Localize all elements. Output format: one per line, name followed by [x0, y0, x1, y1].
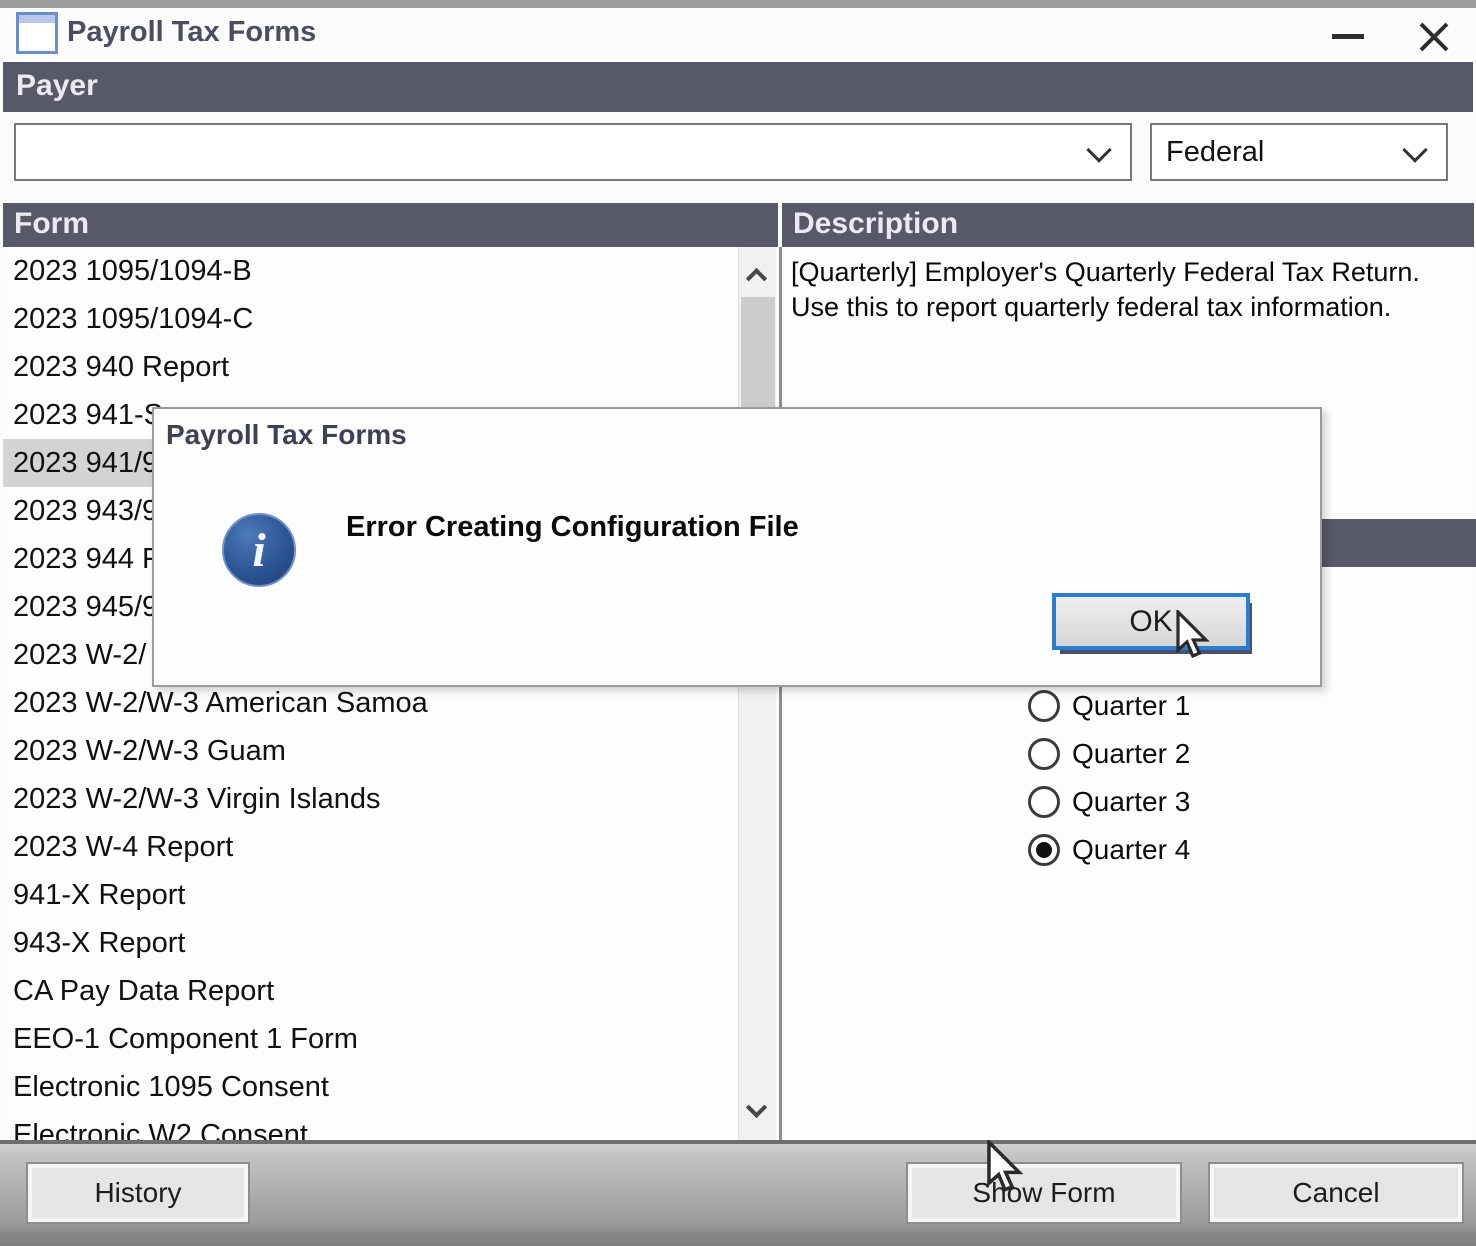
jurisdiction-value: Federal [1166, 136, 1264, 169]
quarter-label: Quarter 3 [1072, 786, 1190, 818]
close-button[interactable] [1403, 10, 1463, 60]
quarter-group: Quarter 1 Quarter 2 Quarter 3 Quarter 4 [1028, 682, 1190, 874]
list-item[interactable]: 941-X Report [3, 871, 738, 919]
title-bar: Payroll Tax Forms [3, 8, 1473, 62]
info-icon: i [222, 513, 296, 587]
quarter-radio-row[interactable]: Quarter 2 [1028, 730, 1190, 778]
scroll-up-button[interactable] [739, 255, 777, 295]
scroll-down-button[interactable] [739, 1092, 777, 1132]
form-list: 2023 1095/1094-B2023 1095/1094-C2023 940… [3, 247, 738, 1140]
payroll-tax-forms-window: Payroll Tax Forms Payer Federal Form Des… [0, 0, 1476, 1246]
window-title: Payroll Tax Forms [67, 16, 316, 49]
chevron-down-icon[interactable] [1402, 137, 1427, 162]
description-column-header: Description [782, 203, 1474, 247]
form-list-scrollbar[interactable] [738, 247, 776, 1140]
list-item[interactable]: 2023 W-2/W-3 Virgin Islands [3, 775, 738, 823]
payer-section-header: Payer [3, 62, 1473, 112]
list-item[interactable]: 2023 1095/1094-B [3, 247, 738, 295]
quarter-label: Quarter 1 [1072, 690, 1190, 722]
list-item[interactable]: CA Pay Data Report [3, 967, 738, 1015]
description-text: [Quarterly] Employer's Quarterly Federal… [791, 255, 1463, 325]
chevron-down-icon[interactable] [1086, 137, 1111, 162]
description-panel: [Quarterly] Employer's Quarterly Federal… [782, 247, 1474, 1140]
radio-icon[interactable] [1028, 690, 1060, 722]
quarter-radio-row[interactable]: Quarter 1 [1028, 682, 1190, 730]
history-button[interactable]: History [28, 1164, 248, 1222]
error-dialog: Payroll Tax Forms i Error Creating Confi… [152, 407, 1322, 687]
list-item[interactable]: Electronic 1095 Consent [3, 1063, 738, 1111]
radio-icon[interactable] [1028, 834, 1060, 866]
list-item[interactable]: 2023 W-4 Report [3, 823, 738, 871]
radio-icon[interactable] [1028, 786, 1060, 818]
form-column-header: Form [3, 203, 778, 247]
chevron-down-icon [746, 1097, 767, 1118]
footer-bar: History Show Form Cancel [0, 1144, 1476, 1246]
dialog-title: Payroll Tax Forms [166, 419, 407, 451]
list-item[interactable]: Electronic W2 Consent [3, 1111, 738, 1140]
payer-label: Payer [16, 69, 98, 103]
list-item[interactable]: 943-X Report [3, 919, 738, 967]
payer-combobox[interactable] [14, 123, 1132, 181]
show-form-button[interactable]: Show Form [908, 1164, 1180, 1222]
list-item[interactable]: 2023 1095/1094-C [3, 295, 738, 343]
list-item[interactable]: 2023 940 Report [3, 343, 738, 391]
window-icon [16, 12, 58, 54]
quarter-label: Quarter 2 [1072, 738, 1190, 770]
quarter-radio-row[interactable]: Quarter 4 [1028, 826, 1190, 874]
close-icon [1417, 20, 1451, 54]
quarter-label: Quarter 4 [1072, 834, 1190, 866]
minimize-button[interactable] [1318, 10, 1378, 60]
chevron-up-icon [746, 268, 767, 289]
form-header-label: Form [14, 207, 89, 241]
list-item[interactable]: EEO-1 Component 1 Form [3, 1015, 738, 1063]
description-header-label: Description [793, 207, 958, 241]
jurisdiction-dropdown[interactable]: Federal [1150, 123, 1448, 181]
quarter-radio-row[interactable]: Quarter 3 [1028, 778, 1190, 826]
dialog-message: Error Creating Configuration File [346, 511, 799, 544]
cancel-button[interactable]: Cancel [1210, 1164, 1462, 1222]
window-frame-top [0, 0, 1476, 8]
list-item[interactable]: 2023 W-2/W-3 Guam [3, 727, 738, 775]
payer-input[interactable] [22, 129, 1062, 173]
ok-button[interactable]: OK [1052, 593, 1250, 650]
radio-icon[interactable] [1028, 738, 1060, 770]
minimize-icon [1332, 34, 1364, 39]
